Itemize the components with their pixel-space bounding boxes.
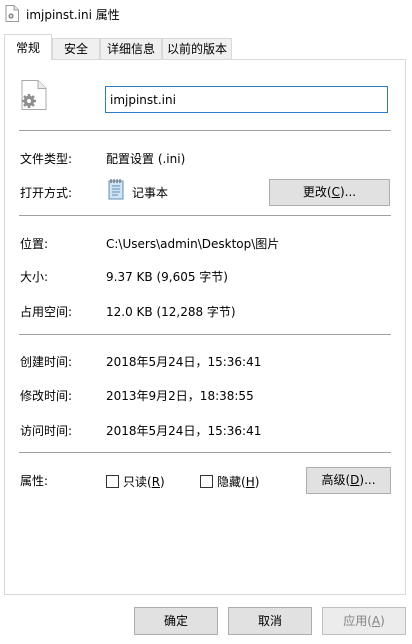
size-on-disk-value: 12.0 KB (12,288 字节) [106, 305, 236, 319]
file-type-value: 配置设置 (.ini) [106, 152, 186, 166]
created-label: 创建时间: [20, 355, 73, 369]
file-name-input[interactable] [105, 86, 388, 113]
tab-previous-versions[interactable]: 以前的版本 [162, 38, 232, 59]
notepad-icon [106, 178, 126, 200]
separator [19, 215, 391, 216]
attributes-label: 属性: [20, 474, 49, 488]
ok-button[interactable]: 确定 [134, 607, 218, 635]
hidden-checkbox-box[interactable] [200, 475, 213, 488]
config-file-gear-icon [18, 79, 50, 111]
change-button[interactable]: 更改(C)... [269, 179, 390, 206]
separator [19, 130, 391, 131]
size-label: 大小: [20, 270, 49, 284]
modified-value: 2013年9月2日，18:38:55 [106, 389, 254, 403]
accessed-label: 访问时间: [20, 424, 73, 438]
tab-security[interactable]: 安全 [52, 38, 100, 59]
accessed-value: 2018年5月24日，15:36:41 [106, 424, 262, 438]
ini-file-icon [5, 5, 19, 22]
file-type-label: 文件类型: [20, 152, 73, 166]
open-with-label: 打开方式: [20, 186, 73, 200]
created-value: 2018年5月24日，15:36:41 [106, 355, 262, 369]
tab-strip: 常规 安全 详细信息 以前的版本 [0, 34, 412, 62]
separator [19, 334, 391, 335]
location-value: C:\Users\admin\Desktop\图片 [106, 237, 280, 251]
window-title: imjpinst.ini 属性 [26, 8, 120, 22]
hidden-checkbox[interactable]: 隐藏(H) [200, 473, 259, 490]
title-bar: imjpinst.ini 属性 [0, 0, 412, 28]
readonly-checkbox[interactable]: 只读(R) [106, 473, 165, 490]
readonly-checkbox-box[interactable] [106, 475, 119, 488]
separator [19, 452, 391, 453]
cancel-button[interactable]: 取消 [228, 607, 312, 635]
modified-label: 修改时间: [20, 389, 73, 403]
tab-details[interactable]: 详细信息 [100, 38, 162, 59]
tab-general[interactable]: 常规 [4, 34, 52, 60]
size-on-disk-label: 占用空间: [20, 305, 73, 319]
advanced-button[interactable]: 高级(D)... [306, 467, 391, 494]
open-with-value: 记事本 [132, 186, 169, 200]
apply-button[interactable]: 应用(A) [322, 607, 406, 635]
general-panel: 文件类型: 配置设置 (.ini) 打开方式: 记事本 更改(C)... 位置:… [4, 59, 406, 595]
location-label: 位置: [20, 237, 49, 251]
size-value: 9.37 KB (9,605 字节) [106, 270, 228, 284]
